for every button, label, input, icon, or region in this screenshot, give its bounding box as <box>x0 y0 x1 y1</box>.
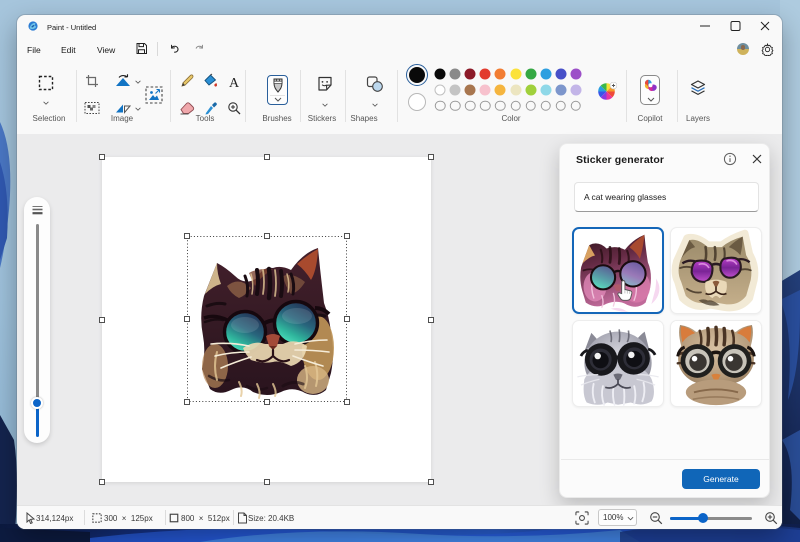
svg-text:A: A <box>229 76 240 89</box>
